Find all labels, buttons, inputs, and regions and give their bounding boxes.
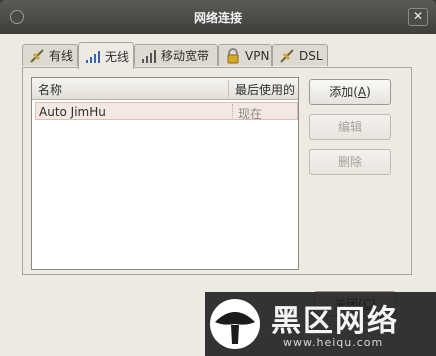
column-header-name[interactable]: 名称	[38, 81, 62, 98]
lock-icon	[225, 47, 241, 64]
column-header-last-used[interactable]: 最后使用的	[235, 81, 295, 98]
window-title: 网络连接	[193, 11, 242, 25]
watermark-text: 黑区网络	[271, 304, 399, 339]
list-header: 名称 最后使用的	[32, 78, 298, 100]
delete-button[interactable]: 删除	[309, 149, 391, 175]
edit-button-label: 编辑	[337, 120, 362, 134]
title-bar: 网络连接 ✕	[0, 0, 436, 34]
add-mnemonic: A	[357, 85, 367, 99]
tab-mobile-broadband[interactable]: 移动宽带	[134, 44, 218, 66]
cell-separator	[232, 104, 233, 118]
mobile-broadband-icon	[141, 48, 157, 64]
connections-list[interactable]: 名称 最后使用的 Auto JimHu 现在	[31, 77, 299, 270]
watermark-url: www.heiqu.com	[283, 336, 384, 349]
add-button-label: 添加	[329, 85, 354, 99]
window-close-button[interactable]: ✕	[408, 8, 428, 26]
list-item[interactable]: Auto JimHu 现在	[35, 102, 298, 121]
wired-icon	[29, 48, 45, 64]
connection-name: Auto JimHu	[39, 105, 106, 119]
delete-button-label: 删除	[337, 155, 362, 169]
close-icon: ✕	[412, 9, 424, 23]
tab-wired[interactable]: 有线	[22, 44, 78, 66]
add-button[interactable]: 添加(A)	[309, 79, 391, 105]
wireless-tab-panel: 名称 最后使用的 Auto JimHu 现在 添加(A) 编辑 删除	[22, 67, 412, 275]
wireless-icon	[85, 48, 101, 64]
watermark: 黑区网络 www.heiqu.com	[205, 292, 436, 356]
dsl-icon	[279, 48, 295, 64]
column-separator	[228, 80, 229, 97]
tab-dsl[interactable]: DSL	[272, 44, 328, 66]
mushroom-logo-icon	[207, 298, 263, 350]
edit-button[interactable]: 编辑	[309, 114, 391, 140]
tab-vpn[interactable]: VPN	[218, 44, 272, 66]
network-connections-window: 网络连接 ✕ 有线 无线 移动宽带 VPN DSL 名称 最后使用的 Auto …	[0, 0, 436, 356]
connection-last-used: 现在	[238, 107, 263, 121]
tab-wireless[interactable]: 无线	[78, 42, 134, 69]
